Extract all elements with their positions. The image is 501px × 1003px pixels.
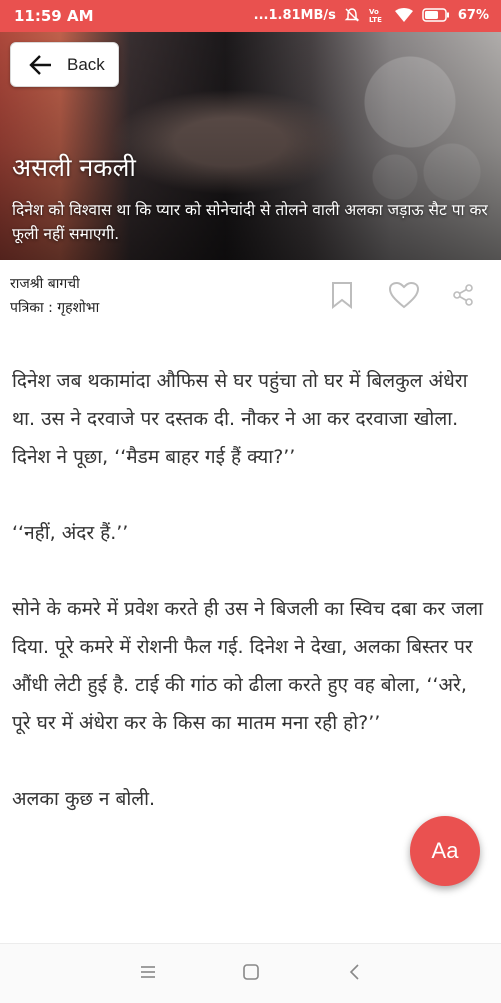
status-time: 11:59 AM xyxy=(14,7,94,25)
battery-icon xyxy=(422,8,449,22)
network-speed: ...1.81MB/s xyxy=(253,7,336,23)
volte-icon: VoLTE xyxy=(369,8,382,24)
battery-percent: 67% xyxy=(457,7,489,23)
back-arrow-icon xyxy=(29,55,51,75)
article-subtitle: दिनेश को विश्वास था कि प्यार को सोनेचांद… xyxy=(12,201,488,243)
mute-icon xyxy=(344,8,360,22)
magazine-name: पत्रिका : गृहशोभा xyxy=(10,300,100,316)
back-label: Back xyxy=(67,55,105,74)
system-nav-bar xyxy=(0,943,501,1003)
menu-icon[interactable] xyxy=(139,963,157,981)
article-meta: राजश्री बागची पत्रिका : गृहशोभा xyxy=(10,272,99,320)
font-size-button[interactable]: Aa xyxy=(410,816,480,886)
back-nav-icon[interactable] xyxy=(346,963,364,981)
article-paragraph: सोने के कमरे में प्रवेश करते ही उस ने बि… xyxy=(12,598,484,734)
article-title: असली नकली xyxy=(12,153,136,182)
status-right: ...1.81MB/s Vo LTE 67% xyxy=(253,6,489,25)
hero-banner: Back असली नकली दिनेश को विश्वास था कि प्… xyxy=(0,32,501,260)
article-paragraph: दिनेश जब थकामांदा औफिस से घर पहुंचा तो घ… xyxy=(12,370,468,468)
home-icon[interactable] xyxy=(242,963,260,981)
bookmark-icon[interactable] xyxy=(331,281,353,309)
svg-text:LTE: LTE xyxy=(369,16,382,24)
share-icon[interactable] xyxy=(452,284,474,306)
status-bar: 11:59 AM ...1.81MB/s Vo LTE 67% xyxy=(0,0,501,32)
article-paragraph: अलका कुछ न बोली. xyxy=(12,788,156,810)
svg-text:Vo: Vo xyxy=(369,8,379,16)
article-body: दिनेश जब थकामांदा औफिस से घर पहुंचा तो घ… xyxy=(12,362,490,856)
heart-icon[interactable] xyxy=(388,281,420,309)
author-name: राजश्री बागची xyxy=(10,276,80,292)
back-button[interactable]: Back xyxy=(10,42,119,87)
wifi-icon xyxy=(394,8,413,22)
article-paragraph: ‘‘नहीं, अंदर हैं.’’ xyxy=(12,522,129,544)
